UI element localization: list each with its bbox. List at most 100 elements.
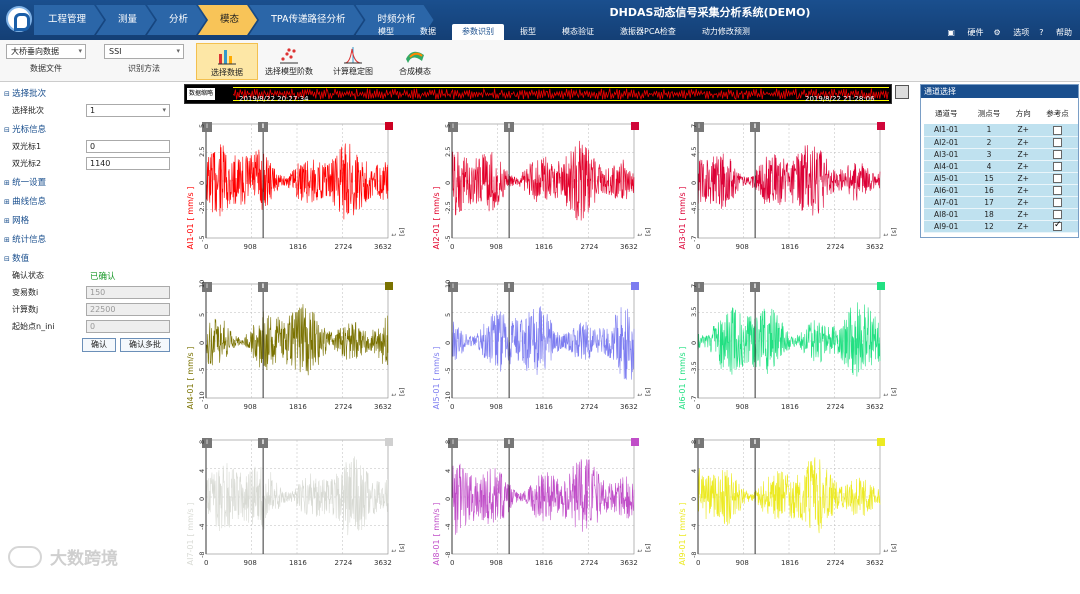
thumbnail-waveform[interactable] xyxy=(232,87,889,101)
options-menu[interactable]: ⚙ 选项 xyxy=(993,27,1029,38)
channel-row[interactable]: AI9-01 12 Z+ xyxy=(924,220,1078,233)
channel-plot[interactable]: Ⅰ Ⅱ AI4-01[ mm/s ] 10 5 0 -5 -10 0 908 1816 2724 363… xyxy=(184,278,406,426)
confirm-multi-button[interactable]: 确认多批 xyxy=(120,338,170,352)
section-cursor[interactable]: 光标信息 xyxy=(0,123,182,137)
channel-row[interactable]: AI4-01 4 Z+ xyxy=(924,160,1078,173)
cursor2-input[interactable]: 1140 xyxy=(86,157,170,170)
cursor-marker-2[interactable]: Ⅱ xyxy=(504,438,515,448)
y-tick-label: 0 xyxy=(444,340,452,345)
channel-row[interactable]: AI1-01 1 Z+ xyxy=(924,124,1078,137)
y-tick-label: 5 xyxy=(198,123,206,128)
cursor-marker-2[interactable]: Ⅱ xyxy=(750,282,761,292)
menu-tab[interactable]: 模态验证 xyxy=(552,24,604,40)
cursor-marker-2[interactable]: Ⅱ xyxy=(258,282,269,292)
start-input: 0 xyxy=(86,320,170,333)
menu-tab[interactable]: 振型 xyxy=(510,24,546,40)
confirm-button[interactable]: 确认 xyxy=(82,338,116,352)
menu-tab[interactable]: 模型 xyxy=(368,24,404,40)
channel-plot[interactable]: Ⅰ Ⅱ AI5-01[ mm/s ] 10 5 0 -5 -10 0 908 1816 2724 363… xyxy=(430,278,652,426)
reference-checkbox[interactable] xyxy=(1052,185,1062,195)
channel-color-swatch[interactable] xyxy=(631,282,639,290)
menu-tab[interactable]: 数据 xyxy=(410,24,446,40)
breadcrumb-item[interactable]: 分析 xyxy=(147,5,206,35)
channel-plot[interactable]: Ⅰ Ⅱ AI2-01[ mm/s ] 5 2.5 0 -2.5 -5 0 908 1816 2724 3… xyxy=(430,118,652,266)
x-tick-label: 2724 xyxy=(580,403,599,411)
unit-label: [ mm/s ] xyxy=(186,346,195,381)
menu-tab[interactable]: 参数识别 xyxy=(452,24,504,40)
reference-checkbox[interactable] xyxy=(1052,149,1062,159)
section-batch[interactable]: 选择批次 xyxy=(0,87,182,101)
channel-color-swatch[interactable] xyxy=(385,282,393,290)
reference-checkbox[interactable] xyxy=(1052,209,1062,219)
cursor-marker-2[interactable]: Ⅱ xyxy=(258,438,269,448)
channel-color-swatch[interactable] xyxy=(385,438,393,446)
x-tick-label: 908 xyxy=(735,243,749,251)
menu-tab[interactable]: 动力修改预测 xyxy=(692,24,760,40)
channel-plot[interactable]: Ⅰ Ⅱ AI7-01[ mm/s ] 8 4 0 -4 -8 0 908 1816 2724 3632 t… xyxy=(184,434,406,582)
calc-stability-label: 计算稳定图 xyxy=(333,67,373,76)
channel-color-swatch[interactable] xyxy=(877,438,885,446)
cursor-marker-2[interactable]: Ⅱ xyxy=(750,438,761,448)
channel-plot[interactable]: Ⅰ Ⅱ AI1-01[ mm/s ] 5 2.5 0 -2.5 -5 0 908 1816 2724 3… xyxy=(184,118,406,266)
select-model-order-button[interactable]: 选择模型阶数 xyxy=(258,43,320,80)
section-stats[interactable]: 统计信息 xyxy=(0,233,182,247)
scatter-icon xyxy=(278,45,300,65)
channel-color-swatch[interactable] xyxy=(385,122,393,130)
channel-plot[interactable]: Ⅰ Ⅱ AI6-01[ mm/s ] 7 3.5 0 -3.5 -7 0 908 1816 2724 3… xyxy=(676,278,898,426)
right-menu: ▣ 硬件 ⚙ 选项 ? 帮助 xyxy=(937,27,1072,38)
channel-row[interactable]: AI7-01 17 Z+ xyxy=(924,196,1078,209)
channel-color-swatch[interactable] xyxy=(877,122,885,130)
cursor-marker-2[interactable]: Ⅱ xyxy=(504,122,515,132)
channel-color-swatch[interactable] xyxy=(631,438,639,446)
method-select[interactable]: SSI xyxy=(104,44,184,59)
channel-row[interactable]: AI5-01 15 Z+ xyxy=(924,172,1078,185)
calc-stability-button[interactable]: 计算稳定图 xyxy=(322,43,384,80)
breadcrumb-item[interactable]: 测量 xyxy=(96,5,155,35)
reference-checkbox[interactable] xyxy=(1052,137,1062,147)
column-header[interactable]: 通道号 xyxy=(924,102,969,124)
menu-tab[interactable]: 激振器PCA检查 xyxy=(610,24,686,40)
cursor1-input[interactable]: 0 xyxy=(86,140,170,153)
data-file-select[interactable]: 大桥垂向数据 xyxy=(6,44,86,59)
channel-plot[interactable]: Ⅰ Ⅱ AI3-01[ mm/s ] 7 4.5 0 -4.5 -7 0 908 1816 2724 3… xyxy=(676,118,898,266)
thumbnail-settings-button[interactable] xyxy=(895,85,909,99)
cursor-marker-2[interactable]: Ⅱ xyxy=(504,282,515,292)
section-grid[interactable]: 网格 xyxy=(0,214,182,228)
channel-plot[interactable]: Ⅰ Ⅱ AI8-01[ mm/s ] 8 4 0 -4 -8 0 908 1816 2724 3632 t… xyxy=(430,434,652,582)
hardware-menu[interactable]: ▣ 硬件 xyxy=(947,27,983,38)
reference-checkbox[interactable] xyxy=(1052,220,1062,231)
reference-checkbox[interactable] xyxy=(1052,197,1062,207)
column-header[interactable]: 方向 xyxy=(1009,102,1037,124)
unit-label: [ mm/s ] xyxy=(432,346,441,381)
x-tick-label: 2724 xyxy=(580,559,599,567)
channel-color-swatch[interactable] xyxy=(631,122,639,130)
channel-row[interactable]: AI3-01 3 Z+ xyxy=(924,148,1078,161)
cursor-marker-2[interactable]: Ⅱ xyxy=(258,122,269,132)
section-unified[interactable]: 统一设置 xyxy=(0,176,182,190)
reference-checkbox[interactable] xyxy=(1052,161,1062,171)
x-tick-label: 0 xyxy=(204,243,209,251)
synthesize-mode-button[interactable]: 合成模态 xyxy=(384,43,446,80)
data-thumbnail-bar[interactable]: 数据缩略 2019/8/22 20:27:34 2019/8/22 21:28:… xyxy=(184,84,892,104)
channel-row[interactable]: AI6-01 16 Z+ xyxy=(924,184,1078,197)
channel-plot[interactable]: Ⅰ Ⅱ AI9-01[ mm/s ] 8 4 0 -4 -8 0 908 1816 2724 3632 t… xyxy=(676,434,898,582)
column-header[interactable]: 参考点 xyxy=(1036,102,1078,124)
help-menu[interactable]: ? 帮助 xyxy=(1039,27,1072,38)
column-header[interactable]: 测点号 xyxy=(968,102,1010,124)
reference-checkbox[interactable] xyxy=(1052,125,1062,135)
x-tick-label: 0 xyxy=(450,403,455,411)
breadcrumb-item[interactable]: 模态 xyxy=(198,5,257,35)
y-tick-label: -2.5 xyxy=(198,200,206,214)
cursor-marker-2[interactable]: Ⅱ xyxy=(750,122,761,132)
channel-row[interactable]: AI2-01 2 Z+ xyxy=(924,136,1078,149)
section-curve[interactable]: 曲线信息 xyxy=(0,195,182,209)
channel-color-swatch[interactable] xyxy=(877,282,885,290)
select-data-button[interactable]: 选择数据 xyxy=(196,43,258,80)
section-values[interactable]: 数值 xyxy=(0,252,182,266)
breadcrumb-item[interactable]: 工程管理 xyxy=(34,5,104,35)
batch-select[interactable]: 1 xyxy=(86,104,170,117)
breadcrumb-item[interactable]: TPA传递路径分析 xyxy=(249,5,363,35)
reference-checkbox[interactable] xyxy=(1052,173,1062,183)
channel-row[interactable]: AI8-01 18 Z+ xyxy=(924,208,1078,221)
x-tick-label: 0 xyxy=(696,403,701,411)
